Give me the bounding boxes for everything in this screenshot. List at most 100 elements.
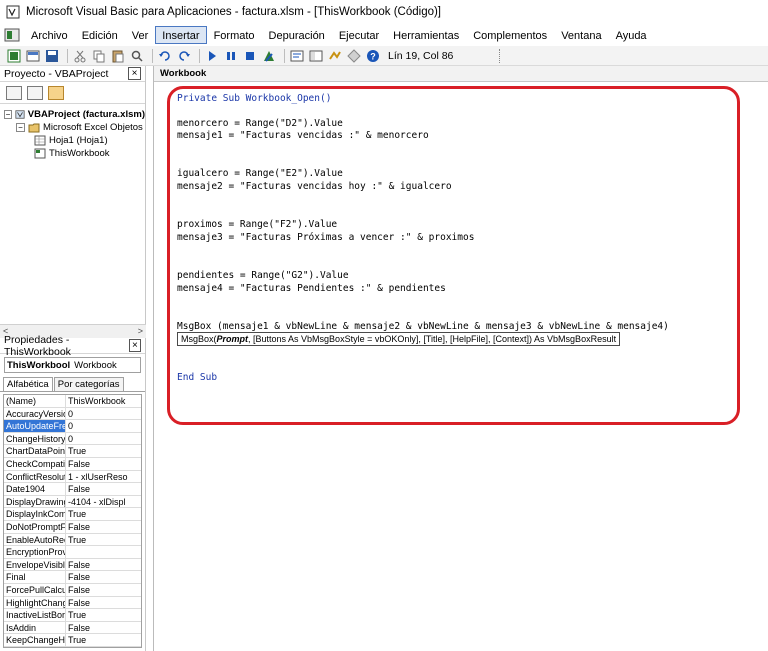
property-row[interactable]: AutoUpdateFreq 0	[4, 420, 141, 433]
run-icon[interactable]	[204, 48, 220, 64]
property-row[interactable]: HighlightChange False	[4, 596, 141, 610]
property-value[interactable]: True	[66, 508, 141, 520]
tree-item-label: Microsoft Excel Objetos	[43, 122, 143, 133]
property-row[interactable]: ChangeHistoryD 0	[4, 432, 141, 446]
property-value[interactable]: False	[66, 571, 141, 583]
toolbox-icon[interactable]	[346, 48, 362, 64]
menu-ventana[interactable]: Ventana	[554, 26, 608, 44]
property-value[interactable]: 0	[66, 408, 141, 420]
tab-alfabetica[interactable]: Alfabética	[3, 377, 53, 391]
property-value[interactable]: False	[66, 597, 141, 609]
property-value[interactable]: False	[66, 559, 141, 571]
menu-archivo[interactable]: Archivo	[24, 26, 75, 44]
collapse-icon[interactable]: −	[4, 110, 12, 119]
property-row[interactable]: EnvelopeVisible False	[4, 558, 141, 572]
help-icon[interactable]: ?	[365, 48, 381, 64]
property-row[interactable]: InactiveListBord True	[4, 609, 141, 622]
menu-ejecutar[interactable]: Ejecutar	[332, 26, 386, 44]
property-name: AccuracyVersion	[4, 407, 66, 420]
property-name: DisplayInkComm	[6, 508, 66, 520]
object-selector[interactable]: ThisWorkbool Workbook	[4, 357, 141, 373]
property-value[interactable]: False	[66, 622, 141, 634]
tab-por-categorias[interactable]: Por categorías	[53, 377, 124, 391]
menu-ver[interactable]: Ver	[125, 26, 156, 44]
property-value[interactable]: False	[66, 521, 141, 533]
close-icon[interactable]: ×	[128, 67, 141, 80]
property-row[interactable]: CheckCompatibi False	[4, 457, 141, 471]
redo-icon[interactable]	[176, 48, 192, 64]
collapse-icon[interactable]: −	[16, 123, 25, 132]
toolbar-grip[interactable]	[499, 48, 505, 63]
paste-icon[interactable]	[110, 48, 126, 64]
properties-header: Propiedades - ThisWorkbook ×	[0, 334, 145, 358]
property-value[interactable]: True	[66, 534, 141, 546]
cut-icon[interactable]	[72, 48, 88, 64]
property-value[interactable]: False	[66, 458, 141, 470]
view-excel-icon[interactable]	[6, 48, 22, 64]
reset-icon[interactable]	[242, 48, 258, 64]
property-value[interactable]: -4104 - xlDispl	[66, 496, 141, 508]
tree-item-label: Hoja1 (Hoja1)	[49, 135, 108, 146]
save-icon[interactable]	[44, 48, 60, 64]
undo-icon[interactable]	[157, 48, 173, 64]
property-row[interactable]: (Name) ThisWorkbook	[4, 395, 141, 408]
property-row[interactable]: Date1904 False	[4, 483, 141, 496]
menu-complementos[interactable]: Complementos	[466, 26, 554, 44]
property-row[interactable]: EnableAutoRecoTrue	[4, 533, 141, 547]
object-type: Workbook	[74, 359, 117, 371]
property-value[interactable]: False	[66, 584, 141, 596]
property-value[interactable]: True	[66, 445, 141, 457]
property-row[interactable]: IsAddin False	[4, 621, 141, 635]
property-value[interactable]: 0	[66, 433, 141, 445]
menu-formato[interactable]: Formato	[207, 26, 262, 44]
menu-insertar[interactable]: Insertar	[155, 26, 207, 44]
property-value[interactable]: 0	[66, 420, 141, 432]
window-title: Microsoft Visual Basic para Aplicaciones…	[26, 6, 442, 18]
property-value[interactable]: True	[66, 609, 141, 621]
tree-item-thisworkbook[interactable]: ThisWorkbook	[4, 147, 145, 160]
property-row[interactable]: ConflictResoluti 1 - xlUserReso	[4, 470, 141, 484]
code-window-title: Workbook	[154, 66, 768, 82]
property-row[interactable]: DisplayInkCommTrue	[4, 508, 141, 521]
property-row[interactable]: Final False	[4, 571, 141, 584]
insert-module-icon[interactable]	[25, 48, 41, 64]
property-row[interactable]: AccuracyVersion0	[4, 407, 141, 421]
property-value[interactable]: 1 - xlUserReso	[66, 471, 141, 483]
close-icon[interactable]: ×	[128, 339, 141, 352]
menu-herramientas[interactable]: Herramientas	[386, 26, 466, 44]
design-mode-icon[interactable]	[261, 48, 277, 64]
tree-item-vbaproject[interactable]: − VBAProject (factura.xlsm)	[4, 108, 145, 121]
project-explorer-icon[interactable]	[289, 48, 305, 64]
property-value[interactable]: True	[66, 634, 141, 646]
object-browser-icon[interactable]	[327, 48, 343, 64]
property-row[interactable]: ForcePullCalculaFalse	[4, 583, 141, 597]
tree-item-label: ThisWorkbook	[49, 148, 110, 159]
copy-icon[interactable]	[91, 48, 107, 64]
scroll-right-icon[interactable]: >	[138, 326, 143, 336]
toolbar-separator	[284, 48, 285, 63]
view-object-icon[interactable]	[27, 85, 43, 100]
property-value[interactable]: ThisWorkbook	[66, 395, 141, 407]
property-row[interactable]: EncryptionProvi	[4, 546, 141, 559]
property-name: ConflictResoluti	[6, 470, 66, 483]
pause-icon[interactable]	[223, 48, 239, 64]
menu-edicion[interactable]: Edición	[75, 26, 125, 44]
property-row[interactable]: ChartDataPoint True	[4, 445, 141, 458]
property-name: DoNotPromptFo	[6, 520, 66, 533]
property-value[interactable]: False	[66, 483, 141, 495]
property-row[interactable]: KeepChangeHistTrue	[4, 634, 141, 647]
property-row[interactable]: DisplayDrawing(-4104 - xlDispl	[4, 495, 141, 509]
menu-ayuda[interactable]: Ayuda	[609, 26, 654, 44]
property-row[interactable]: DoNotPromptFo False	[4, 520, 141, 534]
property-value[interactable]	[66, 546, 141, 558]
toggle-folders-icon[interactable]	[48, 85, 64, 100]
properties-window-icon[interactable]	[308, 48, 324, 64]
cursor-position: Lín 19, Col 86	[388, 49, 454, 62]
menu-depuracion[interactable]: Depuración	[262, 26, 332, 44]
find-icon[interactable]	[129, 48, 145, 64]
tree-item-excel-objects[interactable]: − Microsoft Excel Objetos	[4, 121, 145, 134]
excel-icon[interactable]	[4, 28, 20, 42]
view-code-icon[interactable]	[6, 85, 22, 100]
properties-window: Propiedades - ThisWorkbook × ThisWorkboo…	[0, 334, 146, 651]
tree-item-hoja1[interactable]: Hoja1 (Hoja1)	[4, 134, 145, 147]
